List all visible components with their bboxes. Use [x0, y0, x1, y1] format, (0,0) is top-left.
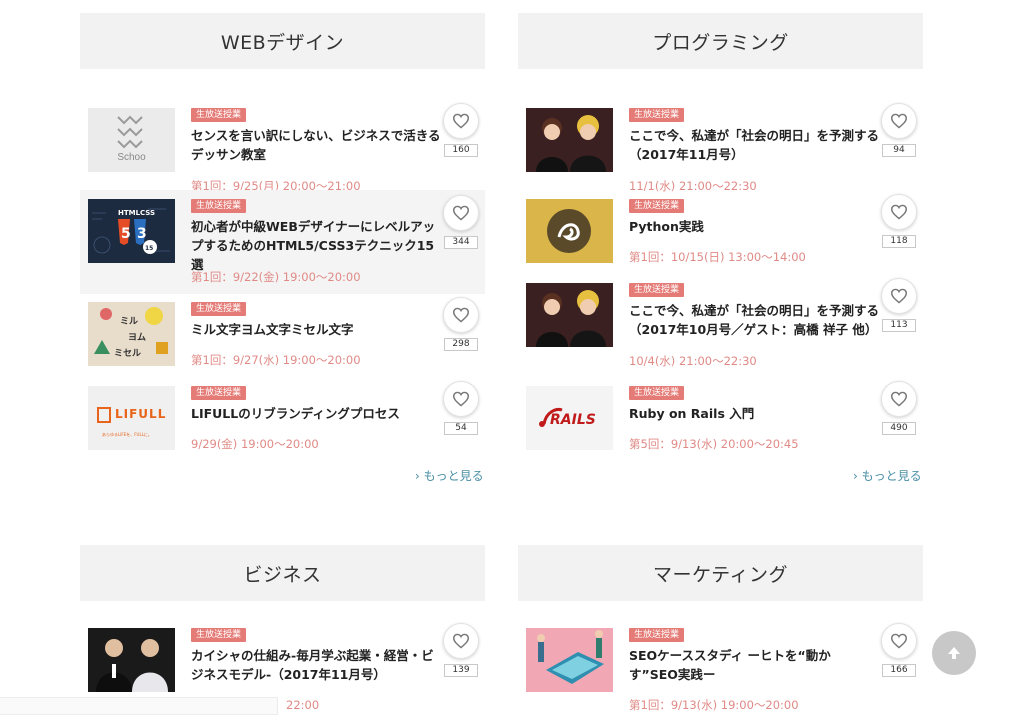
section-programming: プログラミング 生放送授業 ここで今、私達が「社会の明日」を予測する（2017年… [518, 13, 923, 493]
course-thumbnail[interactable]: RAILS [526, 386, 613, 450]
like-button[interactable] [881, 623, 917, 659]
heart-icon [452, 633, 470, 649]
svg-text:ヨム: ヨム [128, 332, 146, 343]
course-title[interactable]: ここで今、私達が「社会の明日」を予測する（2017年10月号／ゲスト：高橋 祥子… [629, 301, 879, 339]
like-button[interactable] [881, 194, 917, 230]
course-title[interactable]: Python実践 [629, 217, 879, 236]
course-date: 第5回：9/13(水) 20:00〜20:45 [629, 437, 799, 451]
course-title[interactable]: カイシャの仕組み-毎月学ぶ起業・経営・ビジネスモデル-（2017年11月号） [191, 646, 441, 684]
live-badge: 生放送授業 [191, 628, 247, 642]
section-title[interactable]: プログラミング [518, 13, 923, 69]
svg-text:あらゆるLIFEを、FULLに。: あらゆるLIFEを、FULLに。 [102, 431, 152, 437]
course-title[interactable]: ここで今、私達が「社会の明日」を予測する（2017年11月号） [629, 126, 879, 164]
like-count: 344 [444, 236, 478, 249]
lifull-logo-text: LIFULL [115, 407, 167, 421]
course-thumbnail[interactable]: HTML CSS 5 3 15 [88, 199, 175, 263]
course-title[interactable]: SEOケーススタディ ーヒトを“動かす”SEO実践ー [629, 646, 879, 684]
heart-icon [452, 307, 470, 323]
course-title[interactable]: 初心者が中級WEBデザイナーにレベルアップするためのHTML5/CSS3テクニッ… [191, 217, 441, 274]
course-title[interactable]: Ruby on Rails 入門 [629, 404, 879, 423]
course-date: 22:00 [286, 698, 320, 712]
like-count: 166 [882, 664, 916, 677]
live-badge: 生放送授業 [629, 199, 685, 213]
like-button[interactable] [881, 278, 917, 314]
live-badge: 生放送授業 [629, 283, 685, 297]
svg-text:HTML: HTML [118, 209, 141, 217]
section-marketing: マーケティング 生放送授業 SEOケーススタディ ーヒトを“動かす”SEO実践ー… [518, 545, 923, 717]
course-thumbnail[interactable]: Schoo [88, 108, 175, 172]
heart-icon [890, 391, 908, 407]
like-count: 490 [882, 422, 916, 435]
svg-text:CSS: CSS [140, 209, 155, 217]
live-badge: 生放送授業 [191, 199, 247, 213]
course-thumbnail[interactable] [526, 283, 613, 347]
like-button[interactable] [443, 623, 479, 659]
section-business: ビジネス 生放送授業 カイシャの仕組み-毎月学ぶ起業・経営・ビジネスモデル-（2… [80, 545, 485, 717]
course-title[interactable]: ミル文字ヨム文字ミセル文字 [191, 320, 441, 339]
like-count: 139 [444, 664, 478, 677]
heart-icon [890, 204, 908, 220]
course-date: 第1回：10/15(日) 13:00〜14:00 [629, 250, 806, 264]
course-date: 第1回：9/13(水) 19:00〜20:00 [629, 698, 799, 712]
like-count: 54 [444, 422, 478, 435]
like-count: 160 [444, 144, 478, 157]
heart-icon [890, 113, 908, 129]
svg-text:ミセル: ミセル [114, 348, 141, 359]
like-count: 118 [882, 235, 916, 248]
course-date: 第1回：9/22(金) 19:00〜20:00 [191, 270, 361, 284]
course-thumbnail[interactable] [88, 628, 175, 692]
svg-text:5: 5 [121, 226, 131, 242]
more-link[interactable]: › もっと見る [415, 467, 484, 484]
course-thumbnail[interactable]: ミル ヨム ミセル [88, 302, 175, 366]
like-button[interactable] [443, 297, 479, 333]
svg-text:3: 3 [137, 226, 147, 242]
like-count: 94 [882, 144, 916, 157]
heart-icon [452, 391, 470, 407]
course-title[interactable]: LIFULLのリブランディングプロセス [191, 404, 441, 423]
live-badge: 生放送授業 [629, 628, 685, 642]
heart-icon [452, 113, 470, 129]
like-count: 298 [444, 338, 478, 351]
rails-logo-text: RAILS [550, 412, 596, 428]
course-title[interactable]: センスを言い訳にしない、ビジネスで活きるデッサン教室 [191, 126, 441, 164]
course-thumbnail[interactable] [526, 628, 613, 692]
like-button[interactable] [443, 103, 479, 139]
course-card[interactable]: 生放送授業 SEOケーススタディ ーヒトを“動かす”SEO実践ー 第1回：9/1… [518, 621, 923, 717]
section-title[interactable]: ビジネス [80, 545, 485, 601]
like-button[interactable] [881, 381, 917, 417]
live-badge: 生放送授業 [191, 386, 247, 400]
course-date: 第1回：9/27(水) 19:00〜20:00 [191, 353, 361, 367]
like-button[interactable] [881, 103, 917, 139]
course-thumbnail[interactable] [526, 199, 613, 263]
heart-icon [452, 205, 470, 221]
course-card[interactable]: 生放送授業 ここで今、私達が「社会の明日」を予測する（2017年10月号／ゲスト… [518, 276, 923, 380]
heart-icon [890, 633, 908, 649]
section-web-design: WEBデザイン Schoo 生放送授業 センスを言い訳にしない、ビジネスで活きる… [80, 13, 485, 493]
live-badge: 生放送授業 [629, 108, 685, 122]
live-badge: 生放送授業 [191, 302, 247, 316]
like-button[interactable] [443, 195, 479, 231]
course-thumbnail[interactable]: あらゆるLIFEを、FULLに。 LIFULL [88, 386, 175, 450]
svg-text:ミル: ミル [120, 316, 138, 327]
scroll-top-button[interactable] [932, 631, 976, 675]
live-badge: 生放送授業 [191, 108, 247, 122]
course-thumbnail[interactable] [526, 108, 613, 172]
schoo-logo-text: Schoo [117, 152, 146, 163]
section-title[interactable]: WEBデザイン [80, 13, 485, 69]
section-title[interactable]: マーケティング [518, 545, 923, 601]
like-count: 113 [882, 319, 916, 332]
bottom-notification-bar [0, 697, 278, 715]
more-link[interactable]: › もっと見る [853, 467, 922, 484]
like-button[interactable] [443, 381, 479, 417]
course-card[interactable]: HTML CSS 5 3 15 生放送授業 初心者が中級WEBデザイナーにレベル… [80, 190, 485, 294]
course-card[interactable]: 生放送授業 ここで今、私達が「社会の明日」を予測する（2017年11月号） 11… [518, 101, 923, 205]
svg-text:15: 15 [145, 245, 153, 252]
course-date: 9/29(金) 19:00〜20:00 [191, 437, 319, 451]
heart-icon [890, 288, 908, 304]
course-date: 10/4(水) 21:00〜22:30 [629, 354, 757, 368]
arrow-up-icon [948, 647, 960, 659]
live-badge: 生放送授業 [629, 386, 685, 400]
